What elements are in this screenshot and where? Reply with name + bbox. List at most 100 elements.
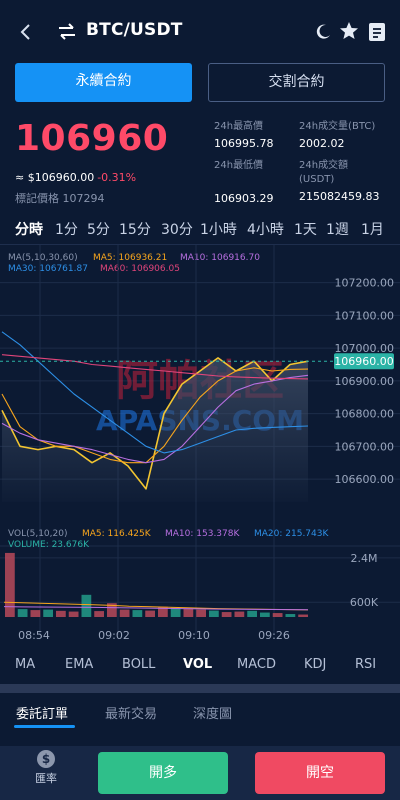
interval-tabs: 分時 1分 5分 15分 30分 1小時 4小時 1天 1週 1月 (0, 219, 400, 241)
back-arrow-icon[interactable] (16, 18, 36, 46)
current-price-tag-label: 106960.00 (334, 355, 394, 368)
mark-price-line: 標記價格 107294 (15, 190, 105, 206)
vol-ma10-legend: MA10: 153.378K (165, 529, 240, 539)
volume-bar (17, 609, 28, 617)
indicator-tab[interactable]: MA (15, 657, 35, 672)
price-tick-label: 107200.00 (335, 277, 395, 290)
tab-latest-trades[interactable]: 最新交易 (105, 703, 157, 722)
interval-tab[interactable]: 1月 (361, 219, 384, 239)
order-tabs: 委託訂單 最新交易 深度圖 (0, 693, 400, 731)
volume-bar (56, 610, 66, 617)
stat-label: 24h最低價 (214, 160, 264, 171)
stat-24h-turnover: 24h成交額 (USDT) 215082459.83 (299, 159, 394, 205)
price-tick-label: 107000.00 (335, 342, 395, 355)
volume-bar (183, 608, 194, 617)
open-short-button[interactable]: 開空 (255, 752, 385, 794)
vol-ma5-legend: MA5: 116.425K (82, 529, 151, 539)
volume-bar (272, 613, 283, 617)
price-tick-label: 106600.00 (335, 473, 395, 486)
interval-tab[interactable]: 1天 (294, 219, 317, 239)
stat-label: 24h成交量(BTC) (299, 121, 376, 132)
vol-ma20-legend: MA20: 215.743K (254, 529, 329, 539)
vol-legend-title: VOL(5,10,20) (8, 529, 68, 539)
price-change: -0.31% (97, 171, 137, 184)
volume-legend: VOLUME: 23.676K (8, 540, 89, 550)
section-divider (0, 684, 400, 693)
time-tick-label: 09:10 (178, 629, 210, 642)
volume-axis: 2.4M 600K (350, 552, 379, 609)
star-icon[interactable] (339, 21, 359, 41)
volume-bar (145, 610, 155, 617)
indicator-tab[interactable]: BOLL (122, 657, 155, 672)
volume-bar (221, 612, 232, 617)
volume-bar (30, 610, 41, 617)
dollar-icon: $ (37, 750, 55, 768)
mark-price-label: 標記價格 (15, 192, 59, 205)
time-tick-label: 09:26 (258, 629, 290, 642)
volume-tick-label: 2.4M (351, 552, 378, 565)
volume-bar (132, 610, 143, 617)
price-block: 106960 (15, 118, 168, 159)
volume-bar (260, 612, 270, 617)
pair-title[interactable]: BTC/USDT (86, 20, 183, 40)
indicator-tab[interactable]: MACD (237, 657, 276, 672)
volume-bar (81, 594, 92, 617)
interval-tab[interactable]: 1分 (55, 219, 78, 239)
volume-bar (234, 611, 245, 617)
swap-icon[interactable] (56, 22, 78, 42)
volume-bar (119, 609, 130, 617)
price-chart[interactable]: 107200.00 107100.00 107000.00 106900.00 1068… (0, 245, 400, 645)
indicator-tab[interactable]: VOL (183, 657, 212, 672)
interval-tab[interactable]: 分時 (15, 219, 43, 239)
interval-tab[interactable]: 15分 (119, 219, 151, 239)
stat-24h-high: 24h最高價 106995.78 (214, 120, 274, 152)
bottom-bar: $ 匯率 開多 開空 (0, 746, 400, 800)
indicator-tab[interactable]: KDJ (304, 657, 326, 672)
contract-tabs: 永續合約 交割合約 (15, 63, 385, 102)
interval-tab[interactable]: 5分 (87, 219, 110, 239)
indicator-tab[interactable]: RSI (355, 657, 376, 672)
mark-price-value: 107294 (62, 192, 105, 205)
usd-price: ≈ $106960.00 (15, 171, 95, 184)
interval-tab[interactable]: 1小時 (200, 219, 237, 239)
volume-bar (196, 609, 206, 617)
moon-icon[interactable] (314, 23, 332, 41)
time-axis: 08:54 09:02 09:10 09:26 (18, 629, 290, 642)
usd-price-line: ≈ $106960.00 -0.31% (15, 171, 136, 184)
volume-bar (247, 610, 257, 617)
volume-tick-label: 600K (350, 596, 379, 609)
interval-tab[interactable]: 30分 (161, 219, 193, 239)
price-tick-label: 106800.00 (335, 408, 395, 421)
stat-label: 24h成交額 (USDT) (299, 160, 349, 185)
tab-open-orders[interactable]: 委託訂單 (16, 703, 68, 722)
tab-depth-chart[interactable]: 深度圖 (193, 703, 232, 722)
price-tick-label: 106700.00 (335, 440, 395, 453)
stat-value: 215082459.83 (299, 190, 380, 203)
volume-bar (43, 609, 53, 617)
last-price: 106960 (15, 118, 169, 159)
price-axis: 107200.00 107100.00 107000.00 106900.00 1068… (335, 277, 395, 486)
top-header: BTC/USDT (0, 0, 400, 62)
exchange-rate-button[interactable]: $ 匯率 (26, 750, 66, 786)
exchange-rate-label: 匯率 (35, 772, 57, 785)
active-tab-underline (14, 725, 75, 728)
volume-bar (68, 611, 79, 617)
stat-24h-volume-btc: 24h成交量(BTC) 2002.02 (299, 120, 375, 152)
volume-bar (94, 611, 104, 617)
open-long-button[interactable]: 開多 (98, 752, 228, 794)
volume-bar (209, 610, 219, 617)
volume-bars (3, 552, 309, 617)
time-tick-label: 09:02 (98, 629, 130, 642)
price-tick-label: 107100.00 (335, 309, 395, 322)
stat-value: 2002.02 (299, 137, 345, 150)
document-icon[interactable] (368, 22, 386, 42)
volume-grid (0, 545, 400, 603)
price-tick-label: 106900.00 (335, 375, 395, 388)
interval-tab[interactable]: 1週 (326, 219, 349, 239)
indicator-tab[interactable]: EMA (65, 657, 93, 672)
interval-tab[interactable]: 4小時 (247, 219, 284, 239)
volume-bar (5, 552, 15, 617)
indicator-tabs: MA EMA BOLL VOL MACD KDJ RSI (0, 648, 400, 684)
tab-perpetual[interactable]: 永續合約 (15, 63, 192, 102)
tab-delivery[interactable]: 交割合約 (208, 63, 385, 102)
